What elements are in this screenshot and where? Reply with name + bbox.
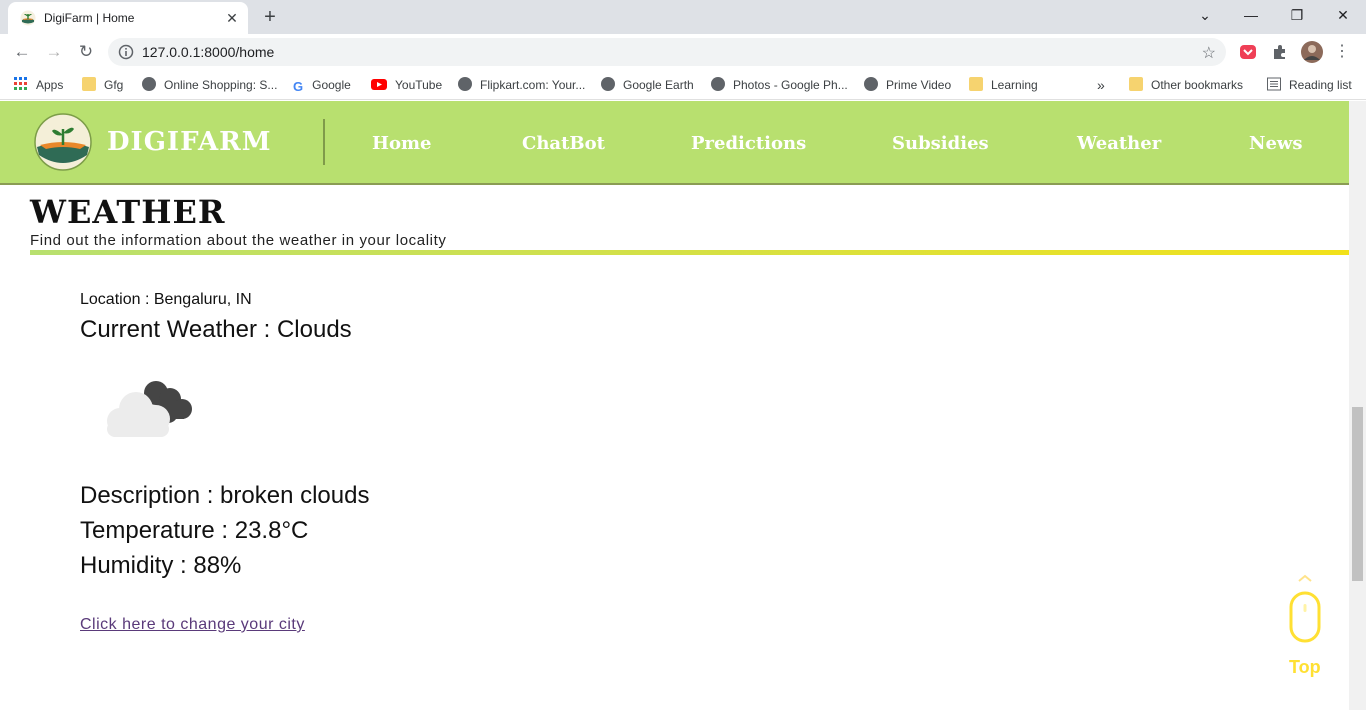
forward-icon[interactable]: → — [42, 40, 66, 64]
humidity-text: Humidity : 88% — [80, 552, 242, 579]
globe-icon — [711, 77, 725, 91]
web-page: DIGIFARM Home ChatBot Predictions Subsid… — [0, 101, 1349, 710]
page-subtitle: Find out the information about the weath… — [30, 232, 447, 249]
bookmark-label: Google Earth — [623, 78, 694, 92]
close-window-icon[interactable]: ✕ — [1330, 4, 1356, 26]
globe-icon — [458, 77, 472, 91]
broken-clouds-icon — [107, 381, 192, 437]
bookmark-label: Apps — [36, 78, 64, 92]
tab-close-icon[interactable]: ✕ — [224, 10, 240, 26]
digifarm-favicon-icon — [20, 10, 36, 26]
current-weather-text: Current Weather : Clouds — [80, 316, 352, 343]
profile-avatar[interactable] — [1301, 41, 1323, 63]
scrollbar-thumb[interactable] — [1352, 407, 1363, 581]
nav-chatbot[interactable]: ChatBot — [522, 133, 605, 154]
bookmark-flipkart[interactable]: Flipkart.com: Your... — [458, 76, 585, 94]
bookmark-reading-list[interactable]: Reading list — [1267, 76, 1352, 94]
bookmark-label: Photos - Google Ph... — [733, 78, 848, 92]
bookmark-gfg[interactable]: Gfg — [82, 76, 123, 94]
bookmark-apps[interactable]: Apps — [14, 76, 63, 94]
bookmark-label: Online Shopping: S... — [164, 78, 278, 92]
bookmark-youtube[interactable]: YouTube — [371, 76, 442, 94]
bookmark-label: Prime Video — [886, 78, 952, 92]
folder-icon — [1129, 77, 1143, 91]
bookmark-learning[interactable]: Learning — [969, 76, 1038, 94]
bookmarks-bar: Apps Gfg Online Shopping: S... G Google Y… — [0, 70, 1366, 100]
google-icon: G — [293, 79, 304, 94]
brand-name[interactable]: DIGIFARM — [107, 127, 272, 157]
digifarm-logo-icon[interactable] — [34, 113, 92, 171]
reading-list-icon — [1267, 77, 1281, 91]
tab-title: DigiFarm | Home — [44, 11, 135, 25]
nav-weather[interactable]: Weather — [1077, 133, 1161, 154]
nav-subsidies[interactable]: Subsidies — [892, 133, 989, 154]
extensions-puzzle-icon[interactable] — [1271, 43, 1289, 61]
browser-toolbar: ← → ↻ 127.0.0.1:8000/home ☆ ⋮ — [0, 34, 1366, 70]
tab-search-icon[interactable]: ⌄ — [1192, 4, 1218, 26]
bookmark-label: Learning — [991, 78, 1038, 92]
site-info-icon[interactable] — [118, 44, 134, 60]
change-city-link[interactable]: Click here to change your city — [80, 616, 305, 634]
globe-icon — [601, 77, 615, 91]
bookmark-star-icon[interactable]: ☆ — [1202, 43, 1216, 63]
nav-home[interactable]: Home — [372, 133, 432, 154]
location-text: Location : Bengaluru, IN — [80, 291, 252, 308]
browser-tab[interactable]: DigiFarm | Home ✕ — [8, 2, 248, 34]
nav-news[interactable]: News — [1249, 133, 1303, 154]
title-underline — [30, 250, 1349, 255]
back-icon[interactable]: ← — [10, 40, 34, 64]
page-scrollbar[interactable] — [1349, 101, 1366, 710]
tab-strip: DigiFarm | Home ✕ + ⌄ — ❐ ✕ — [0, 0, 1366, 34]
bookmark-online-shopping[interactable]: Online Shopping: S... — [142, 76, 277, 94]
temperature-text: Temperature : 23.8°C — [80, 517, 309, 544]
bookmark-prime-video[interactable]: Prime Video — [864, 76, 951, 94]
bookmark-label: Reading list — [1289, 78, 1352, 92]
site-header: DIGIFARM Home ChatBot Predictions Subsid… — [0, 101, 1349, 185]
globe-icon — [864, 77, 878, 91]
header-divider — [323, 119, 325, 165]
top-label[interactable]: Top — [1289, 657, 1321, 678]
bookmark-google-earth[interactable]: Google Earth — [601, 76, 694, 94]
minimize-icon[interactable]: — — [1238, 4, 1264, 26]
apps-grid-icon — [14, 77, 27, 90]
bookmark-label: Other bookmarks — [1151, 78, 1244, 92]
url-text: 127.0.0.1:8000/home — [142, 44, 275, 60]
bookmark-label: Google — [312, 78, 351, 92]
youtube-icon — [371, 79, 387, 90]
new-tab-icon[interactable]: + — [259, 6, 281, 28]
address-bar[interactable]: 127.0.0.1:8000/home ☆ — [108, 38, 1226, 66]
bookmark-other[interactable]: Other bookmarks — [1129, 76, 1243, 94]
folder-icon — [82, 77, 96, 91]
bookmark-label: Gfg — [104, 78, 124, 92]
reload-icon[interactable]: ↻ — [74, 40, 98, 64]
bookmark-label: YouTube — [395, 78, 443, 92]
bookmark-google[interactable]: G Google — [293, 76, 351, 94]
more-bookmarks-icon[interactable]: » — [1097, 76, 1105, 94]
pocket-extension-icon[interactable] — [1239, 43, 1257, 61]
page-title: WEATHER — [30, 193, 226, 231]
bookmark-label: Flipkart.com: Your... — [480, 78, 586, 92]
restore-icon[interactable]: ❐ — [1284, 4, 1310, 26]
menu-kebab-icon[interactable]: ⋮ — [1330, 40, 1354, 64]
description-text: Description : broken clouds — [80, 482, 370, 509]
bookmark-google-photos[interactable]: Photos - Google Ph... — [711, 76, 848, 94]
folder-icon — [969, 77, 983, 91]
globe-icon — [142, 77, 156, 91]
nav-predictions[interactable]: Predictions — [691, 133, 806, 154]
